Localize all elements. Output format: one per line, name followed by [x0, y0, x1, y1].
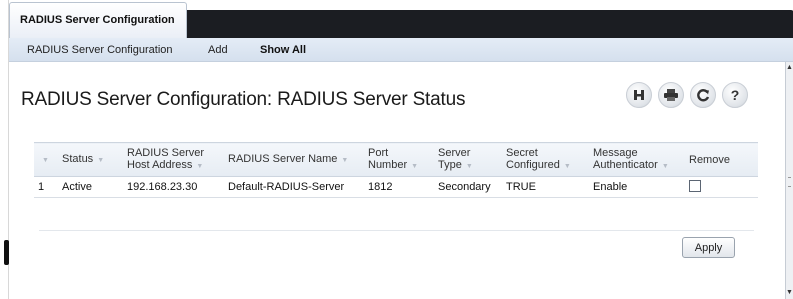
radius-server-table: ▼ Status ▼ RADIUS Server Host Address ▼ RA… — [34, 142, 758, 198]
column-header-label: RADIUS Server Host Address — [127, 146, 205, 171]
column-header-secret-configured[interactable]: Secret Configured ▼ — [502, 142, 589, 177]
cell-message-authenticator: Enable — [589, 176, 685, 198]
tab-radius-server-configuration[interactable]: RADIUS Server Configuration — [9, 2, 187, 40]
scroll-up-arrow-icon[interactable]: ▲ — [786, 64, 793, 72]
cell-status: Active — [58, 176, 123, 198]
column-header-port-number[interactable]: Port Number ▼ — [364, 142, 434, 177]
scroll-down-arrow-icon[interactable]: ▼ — [786, 289, 793, 297]
left-resize-handle[interactable] — [4, 240, 9, 265]
sort-arrow-icon: ▼ — [341, 156, 349, 164]
divider — [39, 230, 754, 231]
column-header-index[interactable]: ▼ — [34, 142, 58, 177]
sort-arrow-icon: ▼ — [42, 156, 49, 164]
apply-button[interactable]: Apply — [682, 237, 735, 258]
sort-arrow-icon: ▼ — [661, 162, 669, 170]
subnav-radius-server-configuration[interactable]: RADIUS Server Configuration — [27, 44, 173, 56]
help-glyph: ? — [730, 87, 740, 103]
remove-checkbox[interactable] — [689, 179, 701, 192]
cell-server-name: Default-RADIUS-Server — [224, 176, 364, 198]
scroll-grip[interactable] — [788, 177, 791, 187]
column-header-label: Remove — [689, 153, 730, 166]
help-icon[interactable]: ? — [722, 82, 748, 108]
tab-label: RADIUS Server Configuration — [20, 14, 175, 26]
table-row: 1 Active 192.168.23.30 Default-RADIUS-Se… — [34, 176, 758, 198]
subnav-show-all[interactable]: Show All — [260, 44, 306, 56]
column-header-remove: Remove — [685, 142, 758, 177]
sort-arrow-icon: ▼ — [97, 156, 105, 164]
sort-arrow-icon: ▼ — [196, 162, 204, 170]
cell-port-number: 1812 — [364, 176, 434, 198]
app-frame: RADIUS Server Configuration RADIUS Serve… — [8, 0, 793, 299]
column-header-message-authenticator[interactable]: Message Authenticator ▼ — [589, 142, 685, 177]
top-tab-bar: RADIUS Server Configuration — [9, 2, 793, 40]
cell-remove — [685, 176, 758, 198]
subnav-add[interactable]: Add — [208, 44, 228, 56]
table-header-row: ▼ Status ▼ RADIUS Server Host Address ▼ RA… — [34, 142, 758, 177]
column-header-label: Status — [62, 152, 94, 165]
column-header-server-name[interactable]: RADIUS Server Name ▼ — [224, 142, 364, 177]
column-header-label: Secret Configured — [506, 146, 560, 171]
cell-server-type: Secondary — [434, 176, 502, 198]
column-header-server-type[interactable]: Server Type ▼ — [434, 142, 502, 177]
sort-arrow-icon: ▼ — [465, 162, 473, 170]
column-header-host-address[interactable]: RADIUS Server Host Address ▼ — [123, 142, 224, 177]
page-title: RADIUS Server Configuration: RADIUS Serv… — [21, 89, 466, 110]
print-icon[interactable] — [658, 82, 684, 108]
cell-host-address: 192.168.23.30 — [123, 176, 224, 198]
cell-secret-configured: TRUE — [502, 176, 589, 198]
sort-arrow-icon: ▼ — [411, 162, 419, 170]
column-header-label: RADIUS Server Name — [228, 152, 338, 165]
column-header-status[interactable]: Status ▼ — [58, 142, 123, 177]
column-header-label: Message Authenticator — [593, 146, 658, 171]
column-header-label: Port Number — [368, 146, 408, 171]
refresh-icon[interactable] — [690, 82, 716, 108]
sub-navigation: RADIUS Server Configuration Add Show All — [9, 38, 793, 62]
sort-arrow-icon: ▼ — [563, 162, 571, 170]
cell-index: 1 — [34, 176, 58, 198]
content-area: RADIUS Server Configuration: RADIUS Serv… — [9, 62, 786, 299]
vertical-scrollbar[interactable]: ▲ ▼ — [785, 62, 793, 299]
save-icon[interactable] — [626, 82, 652, 108]
